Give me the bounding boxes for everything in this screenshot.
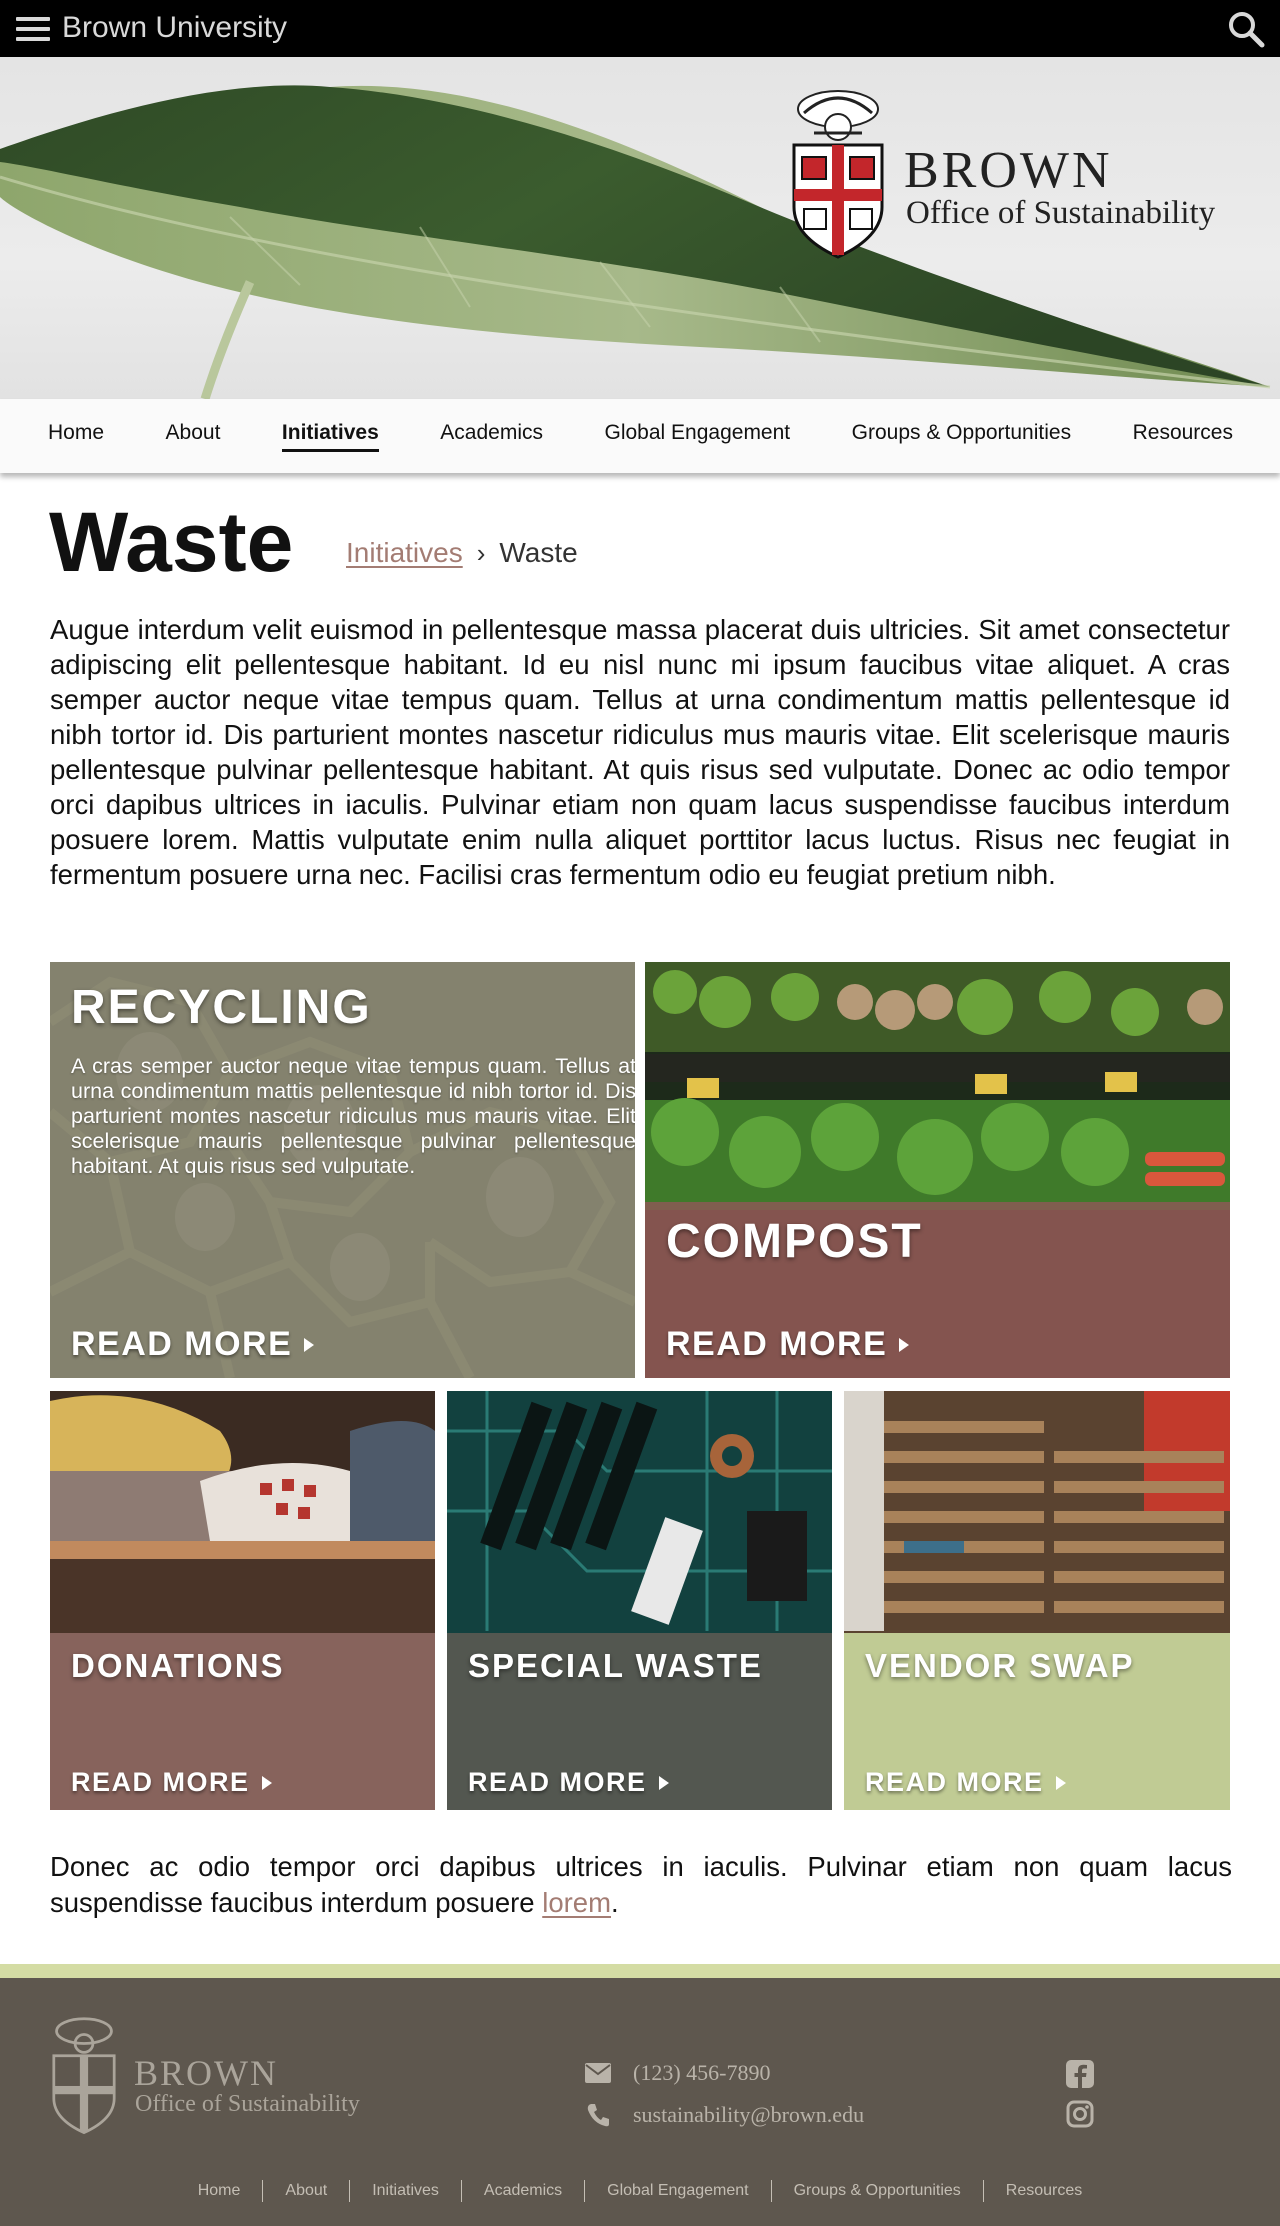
arrow-right-icon — [1055, 1775, 1066, 1790]
brown-crest-logo — [52, 2017, 116, 2134]
card-donations[interactable]: DONATIONS READ MORE — [50, 1391, 435, 1810]
outro-paragraph: Donec ac odio tempor orci dapibus ultric… — [50, 1849, 1232, 1921]
footer-email[interactable]: sustainability@brown.edu — [585, 2102, 864, 2128]
facebook-icon[interactable] — [1066, 2060, 1094, 2088]
footer-nav-global-engagement[interactable]: Global Engagement — [585, 2180, 772, 2202]
card-recycling[interactable]: RECYCLING A cras semper auctor neque vit… — [50, 962, 635, 1378]
read-more-label: READ MORE — [865, 1767, 1044, 1797]
read-more-link[interactable]: READ MORE — [468, 1767, 669, 1798]
read-more-label: READ MORE — [71, 1767, 250, 1797]
hero-banner: BROWN Office of Sustainability — [0, 57, 1280, 399]
brown-crest-logo — [792, 90, 884, 259]
card-title: DONATIONS — [71, 1647, 285, 1684]
card-description: A cras semper auctor neque vitae tempus … — [71, 1054, 635, 1178]
read-more-link[interactable]: READ MORE — [71, 1767, 272, 1798]
read-more-label: READ MORE — [666, 1325, 888, 1363]
brand-office-name: Office of Sustainability — [906, 195, 1216, 231]
breadcrumb-current: Waste — [499, 537, 578, 568]
nav-initiatives[interactable]: Initiatives — [281, 421, 379, 452]
instagram-icon[interactable] — [1066, 2100, 1094, 2128]
site-name[interactable]: Brown University — [62, 11, 287, 45]
breadcrumb: Initiatives › Waste — [346, 537, 578, 569]
footer-nav-groups-opportunities[interactable]: Groups & Opportunities — [772, 2180, 984, 2202]
outro-text: Donec ac odio tempor orci dapibus ultric… — [50, 1851, 1232, 1918]
card-title: RECYCLING — [71, 981, 372, 1034]
nav-home[interactable]: Home — [48, 421, 104, 452]
menu-icon[interactable] — [16, 17, 50, 41]
card-title: COMPOST — [666, 1215, 923, 1268]
breadcrumb-initiatives[interactable]: Initiatives — [346, 537, 463, 569]
nav-resources[interactable]: Resources — [1133, 421, 1233, 452]
read-more-label: READ MORE — [468, 1767, 647, 1797]
card-special-waste[interactable]: SPECIAL WASTE READ MORE — [447, 1391, 832, 1810]
footer-nav-about[interactable]: About — [263, 2180, 351, 2202]
intro-paragraph: Augue interdum velit euismod in pellente… — [50, 614, 1230, 890]
footer-nav-initiatives[interactable]: Initiatives — [350, 2180, 462, 2202]
footer-stripe — [0, 1964, 1280, 1978]
footer-email-address: sustainability@brown.edu — [633, 2102, 865, 2127]
footer-phone[interactable]: (123) 456-7890 — [585, 2060, 770, 2086]
nav-global-engagement[interactable]: Global Engagement — [605, 421, 791, 452]
card-compost[interactable]: COMPOST READ MORE — [645, 962, 1230, 1378]
card-title: VENDOR SWAP — [865, 1647, 1135, 1684]
footer-nav-resources[interactable]: Resources — [984, 2180, 1104, 2202]
arrow-right-icon — [304, 1337, 315, 1352]
footer-nav: Home About Initiatives Academics Global … — [0, 2180, 1280, 2202]
arrow-right-icon — [899, 1337, 910, 1352]
page-title: Waste — [49, 495, 294, 589]
arrow-right-icon — [658, 1775, 669, 1790]
read-more-link[interactable]: READ MORE — [666, 1325, 910, 1364]
mail-icon — [585, 2063, 611, 2083]
nav-groups-opportunities[interactable]: Groups & Opportunities — [852, 421, 1071, 452]
phone-icon — [587, 2104, 609, 2127]
footer: BROWN Office of Sustainability (123) 456… — [0, 1978, 1280, 2226]
footer-nav-academics[interactable]: Academics — [462, 2180, 586, 2202]
top-bar: Brown University — [0, 0, 1280, 57]
brand-name: BROWN — [904, 142, 1113, 199]
card-vendor-swap[interactable]: VENDOR SWAP READ MORE — [844, 1391, 1230, 1810]
outro-link[interactable]: lorem — [542, 1887, 611, 1918]
outro-end: . — [611, 1887, 619, 1918]
arrow-right-icon — [261, 1775, 272, 1790]
read-more-link[interactable]: READ MORE — [71, 1325, 315, 1364]
footer-office-name: Office of Sustainability — [135, 2091, 360, 2117]
nav-academics[interactable]: Academics — [440, 421, 543, 452]
footer-phone-number: (123) 456-7890 — [633, 2060, 771, 2085]
breadcrumb-separator: › — [476, 537, 486, 568]
footer-brand-name: BROWN — [134, 2053, 278, 2093]
read-more-link[interactable]: READ MORE — [865, 1767, 1066, 1798]
read-more-label: READ MORE — [71, 1325, 293, 1363]
search-icon[interactable] — [1226, 9, 1266, 49]
nav-about[interactable]: About — [166, 421, 221, 452]
footer-nav-home[interactable]: Home — [176, 2180, 264, 2202]
main-nav: Home About Initiatives Academics Global … — [0, 399, 1280, 473]
card-title: SPECIAL WASTE — [468, 1647, 763, 1684]
